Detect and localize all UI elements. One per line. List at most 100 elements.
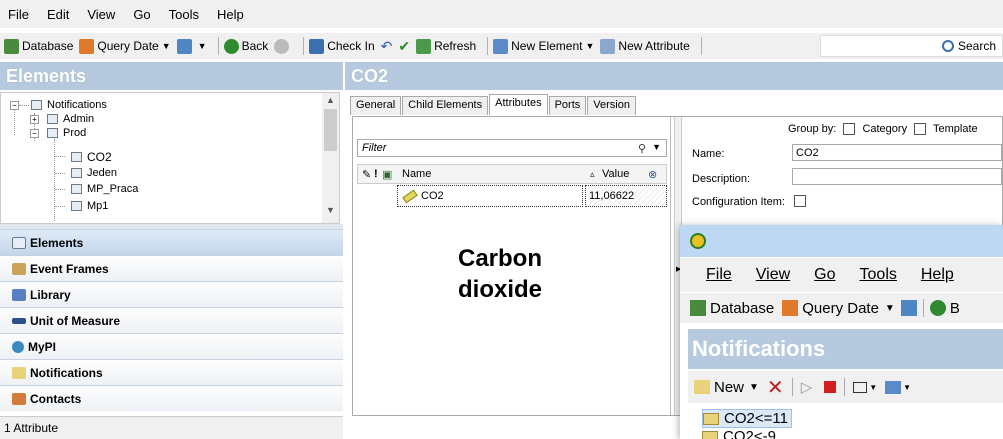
new-element-button[interactable]: New Element ▼ (493, 38, 594, 54)
nav-mypi[interactable]: MyPI (0, 333, 343, 359)
database-button[interactable]: Database (710, 300, 774, 317)
tree-line (14, 107, 15, 135)
description-field[interactable] (792, 168, 1002, 185)
menu-tools[interactable]: Tools (860, 266, 897, 284)
search-icon[interactable]: ⚲ (638, 142, 646, 155)
delete-icon[interactable]: ✕ (767, 375, 784, 400)
attribute-name-cell[interactable]: CO2 (397, 185, 583, 207)
chevron-down-icon[interactable]: ▼ (652, 142, 661, 152)
detail-tabs: General Child Elements Attributes Ports … (350, 94, 637, 116)
nav-notifications[interactable]: Notifications (0, 359, 343, 385)
forward-button[interactable] (274, 38, 292, 54)
pencil-icon: ✎ (362, 169, 372, 181)
column-name-header[interactable]: Name (402, 168, 431, 180)
tree-node-co2[interactable]: CO2 (71, 150, 112, 164)
name-field[interactable]: CO2 (792, 144, 1002, 161)
nav-contacts[interactable]: Contacts (0, 385, 343, 411)
new-button[interactable]: New (714, 379, 744, 396)
tree-node-notifications[interactable]: Notifications (31, 99, 107, 111)
back-button[interactable]: Back (223, 38, 268, 54)
tab-version[interactable]: Version (587, 96, 636, 115)
query-date-button[interactable]: Query Date (802, 300, 879, 317)
menu-go[interactable]: Go (814, 266, 835, 284)
refresh-button[interactable]: Refresh (416, 38, 476, 54)
menu-view[interactable]: View (756, 266, 790, 284)
chevron-down-icon[interactable]: ▼ (869, 383, 877, 392)
app-logo-icon (690, 233, 706, 249)
library-icon (12, 288, 26, 301)
column-chooser-icon[interactable]: ⊗ (648, 168, 657, 181)
query-date-button[interactable]: Query Date ▼ (79, 38, 171, 54)
tab-attributes[interactable]: Attributes (489, 94, 548, 115)
menu-file[interactable]: File (8, 7, 29, 22)
element-icon (47, 128, 58, 138)
folder-icon[interactable] (853, 381, 868, 393)
chevron-down-icon[interactable]: ▼ (749, 382, 759, 393)
tree-refresh-icon[interactable] (900, 300, 917, 316)
nav-event-frames[interactable]: Event Frames (0, 255, 343, 281)
filter-input[interactable]: Filter ⚲ ▼ (357, 139, 667, 157)
tree-node-admin[interactable]: Admin (47, 113, 94, 125)
refresh-icon (416, 38, 432, 54)
stop-icon[interactable] (824, 381, 837, 393)
check-in-button[interactable]: Check In (309, 38, 375, 54)
menu-view[interactable]: View (87, 7, 115, 22)
configuration-item-label: Configuration Item: (692, 196, 785, 208)
list-item[interactable]: CO2<=11 (702, 409, 792, 428)
tree-node-label: MP_Praca (87, 183, 139, 195)
tab-general[interactable]: General (350, 96, 402, 115)
scrollbar-thumb[interactable] (324, 109, 337, 151)
scroll-up-icon[interactable]: ▲ (322, 95, 339, 105)
refresh-tree-button[interactable]: ▼ (176, 38, 207, 54)
tab-ports[interactable]: Ports (548, 96, 587, 115)
event-frames-icon (12, 262, 26, 275)
chevron-down-icon: ▼ (161, 41, 171, 51)
group-by-bar: Group by: Category Template (788, 123, 978, 136)
database-button[interactable]: Database (4, 38, 73, 54)
table-row[interactable]: CO2 11,06622 (357, 185, 667, 209)
tree-scrollbar[interactable]: ▲ ▼ (322, 93, 339, 223)
configuration-item-checkbox[interactable] (794, 195, 806, 207)
nav-library[interactable]: Library (0, 281, 343, 307)
nav-elements[interactable]: Elements (0, 229, 343, 255)
menu-help[interactable]: Help (921, 266, 954, 284)
back-arrow-icon[interactable] (929, 300, 946, 316)
query-date-label: Query Date (97, 39, 159, 53)
apply-button[interactable]: ✔ (398, 38, 410, 55)
undo-button[interactable]: ↶ (381, 38, 393, 55)
attribute-value-cell[interactable]: 11,06622 (585, 185, 667, 207)
tree-node-mp-praca[interactable]: MP_Praca (71, 183, 138, 195)
export-icon[interactable] (885, 380, 902, 394)
nav-unit-of-measure[interactable]: Unit of Measure (0, 307, 343, 333)
search-button[interactable]: Search (820, 35, 1003, 57)
back-button-partial[interactable]: B (950, 300, 960, 317)
tree-line (19, 105, 29, 106)
menu-edit[interactable]: Edit (47, 7, 69, 22)
filter-placeholder: Filter (362, 142, 387, 154)
chevron-down-icon[interactable]: ▼ (903, 383, 911, 392)
tree-refresh-icon (176, 38, 192, 54)
new-attribute-button[interactable]: New Attribute (600, 38, 690, 54)
category-checkbox[interactable] (843, 123, 856, 136)
list-item[interactable]: CO2<-9 (702, 428, 776, 439)
template-checkbox[interactable] (914, 123, 927, 136)
menu-help[interactable]: Help (217, 7, 244, 22)
column-value-header[interactable]: Value (602, 168, 629, 180)
menu-tools[interactable]: Tools (169, 7, 199, 22)
check-icon: ✔ (398, 37, 411, 54)
menu-file[interactable]: File (706, 266, 732, 284)
tree-node-mp1[interactable]: Mp1 (71, 200, 108, 212)
menu-bar: File Edit View Go Tools Help (0, 0, 1003, 28)
collapse-icon[interactable]: − (30, 129, 39, 138)
menu-go[interactable]: Go (133, 7, 150, 22)
window-toolbar: Database Query Date ▼ B (680, 293, 1003, 323)
collapse-icon[interactable]: − (10, 101, 19, 110)
window-titlebar[interactable] (680, 225, 1003, 257)
expand-icon[interactable]: + (30, 115, 39, 124)
tree-node-prod[interactable]: Prod (47, 127, 86, 139)
tab-child-elements[interactable]: Child Elements (402, 96, 489, 115)
panel-divider (670, 117, 671, 415)
start-icon[interactable]: ▷ (801, 378, 813, 396)
scroll-down-icon[interactable]: ▼ (322, 205, 339, 215)
tree-node-jeden[interactable]: Jeden (71, 167, 117, 179)
